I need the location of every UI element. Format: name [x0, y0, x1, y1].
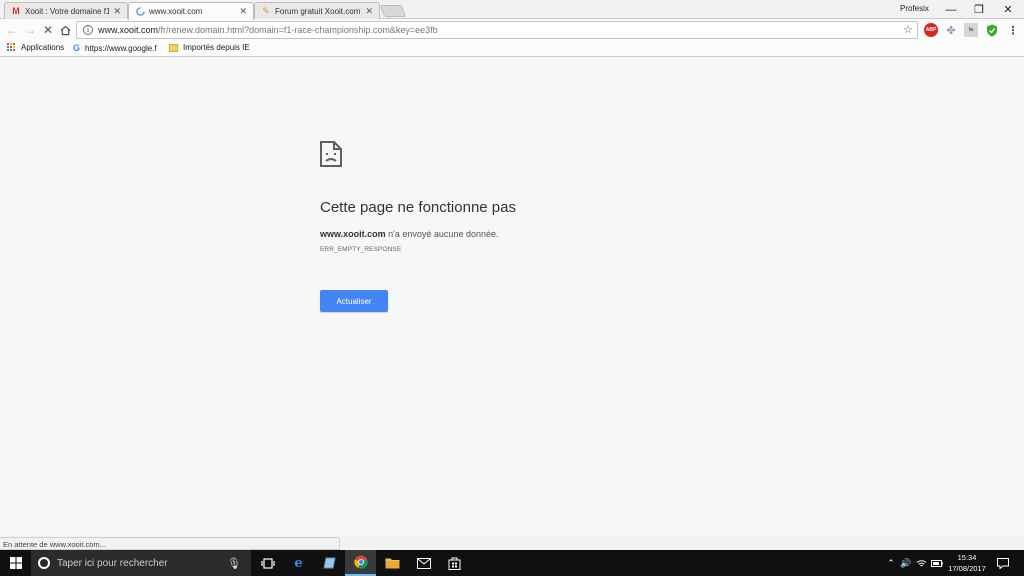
bookmark-applications[interactable]: Applications	[7, 43, 64, 52]
taskbar-search-box[interactable]: Taper ici pour rechercher 🎙	[31, 550, 251, 576]
folder-icon	[169, 43, 178, 52]
cortana-icon	[38, 557, 50, 569]
forward-button[interactable]: →	[22, 22, 38, 38]
close-tab-icon[interactable]: ✕	[239, 6, 247, 17]
show-hidden-icons-button[interactable]: ⌃	[884, 550, 898, 576]
notepad-app-icon	[322, 557, 336, 569]
back-button[interactable]: ←	[4, 22, 20, 38]
error-host: www.xooit.com	[320, 229, 386, 239]
generic-extension-icon[interactable]: ⚑	[964, 23, 978, 37]
error-message: n'a envoyé aucune donnée.	[385, 229, 499, 239]
tab-strip: M Xooit : Votre domaine f1- ✕ www.xooit.…	[0, 0, 1024, 20]
stop-button[interactable]: ✕	[40, 22, 56, 38]
battery-icon[interactable]	[930, 550, 944, 576]
info-icon[interactable]: i	[83, 25, 93, 35]
xooit-icon: ✎	[262, 5, 270, 16]
close-icon: ✕	[1003, 4, 1013, 16]
mail-app-button[interactable]	[408, 550, 439, 576]
start-button[interactable]	[0, 550, 31, 576]
search-placeholder: Taper ici pour rechercher	[57, 557, 168, 569]
store-app-button[interactable]	[439, 550, 470, 576]
task-view-icon	[260, 557, 275, 569]
home-button[interactable]	[57, 22, 73, 38]
notification-icon	[997, 557, 1009, 569]
mail-icon	[416, 557, 431, 569]
microphone-icon[interactable]: 🎙	[227, 557, 241, 570]
bookmark-label: https://www.google.f	[85, 43, 157, 53]
tab-title: www.xooit.com	[149, 7, 203, 16]
minimize-icon: —	[945, 3, 957, 16]
close-window-button[interactable]: ✕	[993, 0, 1023, 19]
url-host: www.xooit.com	[98, 25, 159, 35]
gmail-icon: M	[12, 6, 20, 16]
bookmark-label: Importés depuis IE	[183, 43, 250, 52]
profile-name[interactable]: Profesix	[900, 4, 929, 13]
new-tab-button[interactable]	[379, 5, 407, 17]
url-path: /fr/renew.domain.html?domain=f1-race-cha…	[158, 25, 438, 35]
minimize-button[interactable]: —	[936, 0, 966, 19]
bookmark-star-icon[interactable]: ☆	[903, 23, 913, 36]
chrome-icon	[353, 555, 368, 569]
error-title: Cette page ne fonctionne pas	[320, 199, 516, 216]
adblock-plus-icon[interactable]: ABP	[924, 23, 938, 37]
bookmark-google[interactable]: G https://www.google.f	[73, 43, 157, 53]
task-view-button[interactable]	[252, 550, 283, 576]
volume-icon[interactable]: 🔊	[899, 550, 913, 576]
status-bubble: En attente de www.xooit.com...	[0, 537, 340, 550]
tab-forum-gratuit[interactable]: ✎ Forum gratuit Xooit.com ✕	[254, 2, 380, 19]
menu-icon[interactable]: ⋮	[1006, 23, 1020, 37]
sad-page-icon	[320, 141, 342, 167]
google-icon: G	[73, 43, 81, 53]
error-code: ERR_EMPTY_RESPONSE	[320, 246, 402, 253]
clock-time: 15:34	[957, 553, 977, 562]
tab-xooit-com[interactable]: www.xooit.com ✕	[128, 2, 254, 20]
bookmark-label: Applications	[21, 43, 65, 52]
store-icon	[448, 557, 461, 570]
file-explorer-button[interactable]	[377, 550, 408, 576]
action-center-button[interactable]	[994, 550, 1012, 576]
edge-app-button[interactable]: e	[283, 550, 314, 576]
tab-xooit-domain[interactable]: M Xooit : Votre domaine f1- ✕	[4, 2, 128, 19]
wifi-icon[interactable]	[914, 550, 928, 576]
windows-logo-icon	[9, 557, 22, 569]
system-clock[interactable]: 15:34 17/08/2017	[944, 552, 990, 574]
error-description: www.xooit.com n'a envoyé aucune donnée.	[320, 229, 498, 239]
folder-icon	[385, 558, 400, 569]
shield-extension-icon[interactable]	[985, 23, 999, 37]
clock-date: 17/08/2017	[948, 564, 986, 573]
bookmark-folder-ie[interactable]: Importés depuis IE	[169, 43, 250, 52]
puzzle-extension-icon[interactable]: ✤	[944, 23, 958, 37]
bookmarks-bar: Applications G https://www.google.f Impo…	[0, 41, 1024, 57]
chrome-app-button[interactable]	[345, 550, 376, 576]
tab-title: Forum gratuit Xooit.com	[275, 6, 361, 16]
home-icon	[60, 25, 70, 35]
edge-icon: e	[294, 555, 303, 571]
toolbar: ← → ✕ i www.xooit.com/fr/renew.domain.ht…	[0, 19, 1024, 41]
maximize-icon: ❐	[974, 4, 984, 16]
maximize-button[interactable]: ❐	[964, 0, 994, 19]
address-bar[interactable]: i www.xooit.com/fr/renew.domain.html?dom…	[76, 21, 918, 39]
page-content: Cette page ne fonctionne pas www.xooit.c…	[0, 58, 1024, 536]
reload-button[interactable]: Actualiser	[320, 290, 388, 312]
close-tab-icon[interactable]: ✕	[113, 6, 121, 17]
loading-spinner-icon	[135, 7, 145, 17]
apps-grid-icon	[7, 43, 16, 52]
taskbar: Taper ici pour rechercher 🎙 e ⌃ 🔊 15:34 …	[0, 550, 1024, 576]
close-tab-icon[interactable]: ✕	[365, 6, 373, 17]
pinned-app-button[interactable]	[314, 550, 345, 576]
tab-title: Xooit : Votre domaine f1-	[25, 6, 110, 16]
